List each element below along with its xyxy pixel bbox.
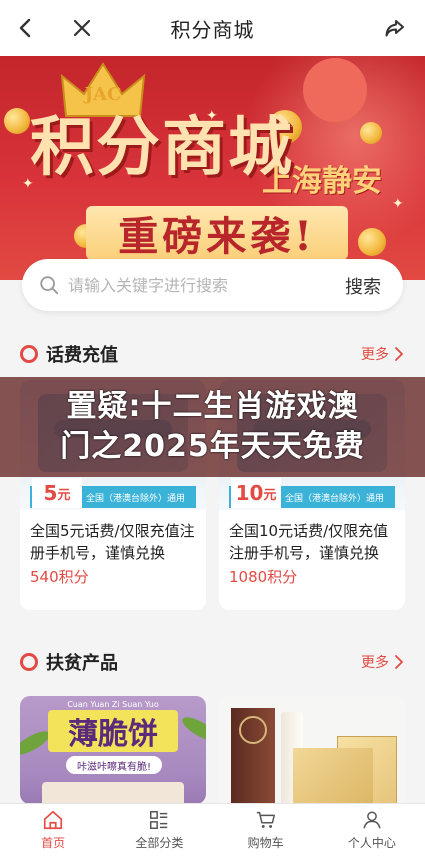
more-link[interactable]: 更多	[361, 344, 405, 364]
banner-subheadline: 重磅来袭!	[118, 213, 316, 260]
more-label: 更多	[361, 347, 389, 363]
tab-label: 全部分类	[135, 836, 184, 850]
amount-unit: 元	[57, 487, 71, 503]
share-icon[interactable]	[383, 16, 407, 40]
banner-headline: 积分商城	[30, 110, 294, 185]
category-icon	[150, 811, 168, 829]
amount-value: 10	[235, 481, 264, 505]
product-price: 540积分	[30, 568, 89, 586]
overlay-line-1: 置疑:十二生肖游戏澳	[66, 389, 359, 424]
product-name: 全国10元话费/仅限充值注册手机号，谨慎兑换	[229, 522, 389, 562]
overlay-line-2: 门之2025年天天免费	[60, 429, 365, 464]
section-header-poverty-products: 扶贫产品 更多	[20, 647, 405, 677]
section-ring-icon	[20, 653, 38, 671]
tab-cart[interactable]: 购物车	[213, 804, 319, 856]
coin-decoration	[358, 228, 386, 256]
section-title: 话费充值	[46, 345, 118, 366]
amount-badge: 10 元	[231, 478, 281, 508]
tab-label: 个人中心	[347, 836, 396, 850]
search-bar: 搜索	[22, 259, 403, 311]
snack-tag: 咔滋咔嚓真有脆!	[66, 756, 162, 774]
promo-banner[interactable]: JAC ✦ ✦ ✦ 积分商城 上海静安 重磅来袭!	[0, 56, 425, 280]
snack-box-graphic	[42, 782, 184, 804]
amount-badge: 5元	[32, 478, 82, 508]
banner-circle-decoration	[303, 58, 367, 122]
tab-categories[interactable]: 全部分类	[106, 804, 212, 856]
amount-unit: 元	[263, 487, 277, 503]
section-header-phone-topup: 话费充值 更多	[20, 339, 405, 369]
chevron-right-icon	[395, 655, 403, 669]
gift-box-graphic	[293, 748, 373, 804]
section-title: 扶贫产品	[46, 653, 118, 674]
search-button[interactable]: 搜索	[345, 273, 381, 299]
coin-decoration	[360, 122, 382, 144]
tab-label: 首页	[41, 836, 66, 850]
search-input[interactable]	[68, 275, 318, 295]
bottom-tab-bar: 首页 全部分类 购物车 个人中心	[0, 803, 425, 856]
section-ring-icon	[20, 345, 38, 363]
scope-text: 全国（港澳台除外）通用	[86, 494, 186, 504]
tab-home[interactable]: 首页	[0, 804, 106, 856]
sparkle-icon: ✦	[392, 196, 404, 212]
amount-value: 5	[43, 481, 58, 505]
scope-text: 全国（港澳台除外）通用	[285, 494, 385, 504]
snack-brand: Cuan Yuan Zi Suan Yuo	[67, 700, 159, 709]
product-card[interactable]	[219, 696, 405, 804]
product-price: 1080积分	[229, 568, 298, 586]
coin-decoration	[4, 108, 30, 134]
chevron-right-icon	[395, 347, 403, 361]
top-nav-bar: 积分商城	[0, 0, 425, 56]
tab-profile[interactable]: 个人中心	[319, 804, 425, 856]
close-icon[interactable]	[70, 16, 94, 40]
search-icon	[40, 276, 59, 295]
snack-title: 薄脆饼	[48, 710, 178, 752]
home-icon	[44, 810, 63, 830]
points-mall-page: 积分商城 JAC ✦ ✦ ✦ 积分商城 上海静安 重磅来袭! 搜索	[0, 0, 425, 856]
leaf-decoration	[179, 712, 206, 746]
product-name: 全国5元话费/仅限充值注册手机号，谨慎兑换	[30, 522, 195, 562]
overlay-banner: 置疑:十二生肖游戏澳 门之2025年天天免费	[0, 377, 425, 477]
gift-logo-graphic	[239, 716, 267, 744]
more-label: 更多	[361, 655, 389, 671]
banner-subheadline-box: 重磅来袭!	[86, 206, 348, 260]
tab-label: 购物车	[247, 836, 284, 850]
banner-city: 上海静安	[262, 164, 382, 199]
product-image	[219, 696, 405, 804]
user-icon	[363, 811, 381, 829]
product-card[interactable]: Cuan Yuan Zi Suan Yuo 薄脆饼 咔滋咔嚓真有脆!	[20, 696, 206, 804]
banner-badge-text: JAC	[84, 84, 122, 105]
back-icon[interactable]	[14, 16, 38, 40]
page-title: 积分商城	[170, 17, 255, 42]
cart-icon	[256, 811, 275, 828]
product-image: Cuan Yuan Zi Suan Yuo 薄脆饼 咔滋咔嚓真有脆!	[20, 696, 206, 804]
more-link[interactable]: 更多	[361, 652, 405, 672]
